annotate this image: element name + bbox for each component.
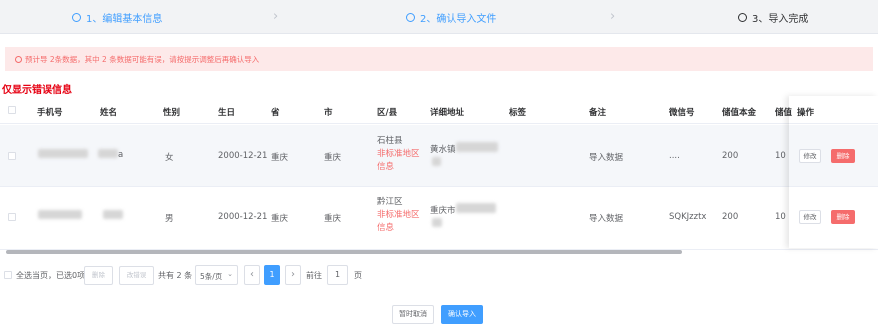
cell-birthday: 2000-12-21 (218, 151, 268, 161)
district-name: 石柱县 (377, 136, 403, 146)
prev-page-button[interactable]: ‹ (244, 265, 260, 285)
cell-city: 重庆 (324, 214, 342, 224)
cell-principal: 200 (722, 151, 739, 161)
error-alert: 预计导 2条数据，其中 2 条数据可能有误，请按提示调整后再确认导入 (5, 47, 873, 71)
name-tail: a (118, 150, 124, 160)
delete-button[interactable]: 删除 (831, 149, 855, 163)
chevron-down-icon: ⌄ (227, 270, 233, 278)
step-label: 2、确认导入文件 (420, 14, 497, 25)
redacted-name (98, 149, 118, 158)
cell-gift: 10 (775, 151, 786, 161)
header-phone: 手机号 (37, 108, 63, 118)
header-province: 省 (271, 108, 280, 118)
district-warning-2: 信息 (377, 162, 395, 172)
batch-modify-button[interactable]: 改错误 (119, 266, 154, 285)
redacted-phone (38, 149, 88, 158)
delete-button[interactable]: 删除 (831, 210, 855, 224)
step-confirm-import-file: 2、确认导入文件 (406, 10, 496, 25)
cell-gender: 男 (165, 214, 174, 224)
row-checkbox[interactable] (8, 152, 16, 160)
header-wechat: 微信号 (669, 108, 695, 118)
district-warning: 非标准地区 (377, 149, 420, 159)
district-warning: 非标准地区 (377, 210, 420, 220)
header-name: 姓名 (100, 108, 118, 118)
batch-delete-button[interactable]: 删除 (84, 266, 113, 285)
header-gender: 性别 (163, 108, 181, 118)
total-count: 共有 2 条 (158, 271, 193, 280)
cell-gender: 女 (165, 153, 174, 163)
table-header: 手机号 姓名 性别 生日 省 市 区/县 详细地址 标签 备注 微信号 储值本金… (0, 96, 878, 124)
header-remark: 备注 (589, 108, 607, 118)
step-circle-icon (738, 13, 747, 22)
step-edit-basic-info: 1、编辑基本信息 (72, 10, 162, 25)
edit-button[interactable]: 修改 (799, 149, 821, 163)
cell-district: 石柱县 非标准地区 信息 (377, 135, 420, 174)
cell-address: 黄水镇 (430, 145, 456, 155)
cell-birthday: 2000-12-21 (218, 212, 268, 222)
table-row: a 女 2000-12-21 重庆 重庆 石柱县 非标准地区 信息 黄水镇 导入… (0, 125, 878, 187)
error-only-title: 仅显示错误信息 (2, 85, 72, 96)
page-suffix: 页 (354, 271, 362, 280)
chevron-right-icon: › (610, 9, 616, 24)
pagination-bar: 全选当页，已选0项 删除 改错误 共有 2 条 5条/页 ⌄ ‹ 1 › 前往 … (0, 263, 878, 287)
select-page-checkbox[interactable] (4, 271, 12, 279)
header-principal: 储值本金 (722, 108, 757, 118)
cell-remark: 导入数据 (589, 214, 624, 224)
cell-gift: 10 (775, 212, 786, 222)
redacted-name (103, 210, 123, 219)
redacted-phone (38, 210, 82, 219)
goto-label: 前往 (306, 271, 322, 280)
edit-button[interactable]: 修改 (799, 210, 821, 224)
import-table: 手机号 姓名 性别 生日 省 市 区/县 详细地址 标签 备注 微信号 储值本金… (0, 96, 878, 254)
cell-principal: 200 (722, 212, 739, 222)
cell-district: 黔江区 非标准地区 信息 (377, 196, 420, 235)
redacted-address (456, 142, 498, 152)
page-size-value: 5条/页 (200, 272, 223, 281)
step-label: 1、编辑基本信息 (86, 14, 163, 25)
page-size-select[interactable]: 5条/页 ⌄ (195, 265, 238, 285)
horizontal-scrollbar[interactable] (6, 250, 682, 254)
chevron-right-icon: › (273, 9, 279, 24)
header-birthday: 生日 (218, 108, 236, 118)
cell-wechat: .... (669, 151, 680, 161)
row-checkbox[interactable] (8, 213, 16, 221)
redacted-address (456, 203, 496, 213)
header-address: 详细地址 (430, 108, 465, 118)
header-gift: 储值 (775, 108, 793, 118)
info-circle-icon (15, 56, 22, 63)
district-warning-2: 信息 (377, 223, 395, 233)
step-label: 3、导入完成 (752, 14, 809, 25)
cell-province: 重庆 (271, 214, 289, 224)
alert-text: 预计导 2条数据，其中 2 条数据可能有误，请按提示调整后再确认导入 (25, 55, 260, 64)
step-circle-icon (406, 13, 415, 22)
cell-city: 重庆 (324, 153, 342, 163)
header-tags: 标签 (509, 108, 527, 118)
selected-count-text: 全选当页，已选0项 (16, 271, 86, 280)
cancel-button[interactable]: 暂时取消 (392, 305, 434, 324)
cell-remark: 导入数据 (589, 153, 624, 163)
step-circle-icon (72, 13, 81, 22)
header-actions: 操作 (797, 108, 815, 118)
redacted-address-2 (432, 218, 442, 227)
redacted-address-2 (432, 157, 441, 166)
steps-bar: 1、编辑基本信息 › 2、确认导入文件 › 3、导入完成 (0, 0, 878, 34)
table-row: 男 2000-12-21 重庆 重庆 黔江区 非标准地区 信息 重庆市 导入数据… (0, 188, 878, 250)
header-district: 区/县 (377, 108, 398, 118)
goto-page-input[interactable]: 1 (327, 265, 348, 285)
cell-wechat: SQKJzztx (669, 212, 707, 222)
cell-province: 重庆 (271, 153, 289, 163)
cell-address: 重庆市 (430, 206, 456, 216)
next-page-button[interactable]: › (285, 265, 301, 285)
step-import-complete: 3、导入完成 (738, 10, 808, 25)
header-city: 市 (324, 108, 333, 118)
select-all-checkbox[interactable] (8, 106, 16, 114)
page-number-current[interactable]: 1 (264, 265, 280, 285)
confirm-import-button[interactable]: 确认导入 (441, 305, 483, 324)
district-name: 黔江区 (377, 197, 403, 207)
